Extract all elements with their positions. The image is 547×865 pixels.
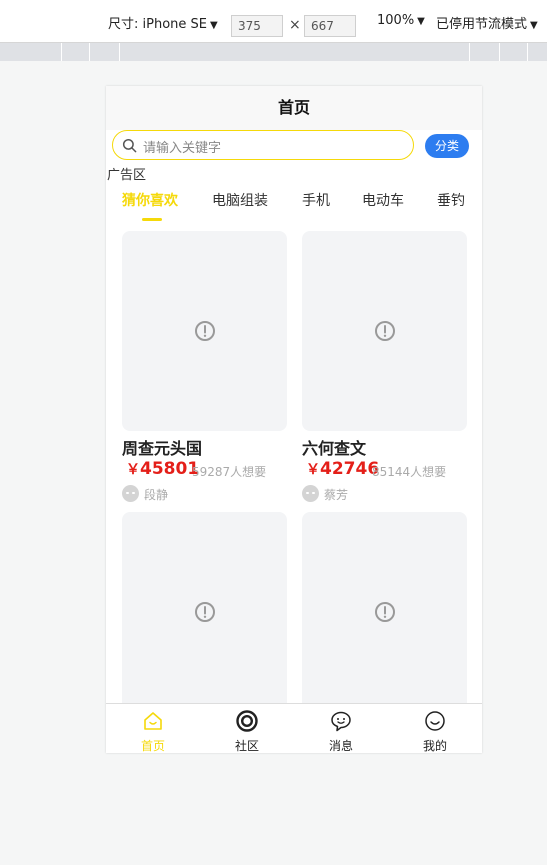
ad-zone: 广告区 (107, 168, 147, 183)
tabbar-item-messages[interactable]: 消息 (294, 704, 388, 753)
zoom-select[interactable]: 100% ▼ (377, 13, 425, 28)
tab-e-bikes[interactable]: 电动车 (362, 190, 404, 210)
product-card[interactable] (302, 512, 467, 712)
want-count: 85144人想要 (372, 465, 447, 479)
category-tabs: 猜你喜欢 电脑组装 手机 电动车 垂钓 (106, 190, 482, 222)
seller-name: 段静 (144, 488, 169, 502)
ruler-segment (61, 43, 62, 61)
width-input[interactable]: 375 (231, 15, 283, 37)
ruler-segment (527, 43, 528, 61)
active-tab-indicator (142, 218, 162, 221)
tabbar-label: 首页 (140, 739, 165, 753)
navigation-bar: 首页 (106, 86, 482, 130)
home-icon (144, 712, 162, 730)
seller-name: 蔡芳 (324, 488, 349, 502)
tabbar-label: 社区 (234, 739, 259, 753)
product-name: 六何查文 (302, 439, 367, 458)
throttle-label: 已停用节流模式 (436, 17, 528, 32)
tabbar-item-profile[interactable]: 我的 (388, 704, 482, 753)
category-button[interactable]: 分类 (425, 134, 469, 158)
zoom-label: 100% (377, 13, 415, 28)
image-error-icon (375, 602, 395, 622)
message-icon (331, 711, 351, 732)
community-icon (236, 710, 258, 732)
currency-symbol: ￥ (126, 462, 140, 478)
tab-fishing[interactable]: 垂钓 (437, 190, 465, 210)
dropdown-arrow-icon: ▼ (210, 20, 218, 31)
media-query-bar[interactable] (0, 43, 547, 61)
image-error-icon (195, 321, 215, 341)
avatar (122, 485, 139, 502)
dropdown-arrow-icon: ▼ (530, 20, 538, 31)
ruler-segment (89, 43, 90, 61)
product-card[interactable]: 周查元头国 ￥45801 59287人想要 段静 (122, 231, 287, 502)
profile-icon (425, 711, 445, 731)
device-label: 尺寸: iPhone SE (108, 17, 207, 32)
product-price: ￥45801 (126, 459, 199, 479)
tabbar-label: 我的 (422, 739, 447, 753)
ruler-segment (469, 43, 470, 61)
height-input[interactable]: 667 (304, 15, 356, 37)
ruler-segment (499, 43, 500, 61)
want-count: 59287人想要 (192, 465, 267, 479)
product-image (122, 512, 287, 712)
tabbar-label: 消息 (328, 739, 353, 753)
tab-guess-you-like[interactable]: 猜你喜欢 (122, 190, 178, 210)
tab-pc-build[interactable]: 电脑组装 (212, 190, 268, 210)
product-image (122, 231, 287, 431)
dimension-separator: × (289, 17, 301, 33)
search-input[interactable]: 请输入关键字 (112, 130, 414, 160)
price-value: 45801 (140, 459, 200, 479)
tab-phones[interactable]: 手机 (302, 190, 330, 210)
search-placeholder: 请输入关键字 (143, 141, 222, 156)
device-select[interactable]: 尺寸: iPhone SE ▼ (108, 13, 218, 32)
image-error-icon (195, 602, 215, 622)
page-title: 首页 (277, 98, 310, 117)
ruler-segment (119, 43, 120, 61)
price-value: 42746 (320, 459, 380, 479)
product-price: ￥42746 (306, 459, 379, 479)
avatar (302, 485, 319, 502)
product-card[interactable]: 六何查文 ￥42746 85144人想要 蔡芳 (302, 231, 467, 502)
dropdown-arrow-icon: ▼ (417, 16, 425, 27)
product-image (302, 231, 467, 431)
devtools-toolbar: 尺寸: iPhone SE ▼ 375 × 667 100% ▼ 已停用节流模式 ▼ (0, 0, 547, 43)
product-card[interactable] (122, 512, 287, 712)
product-name: 周查元头国 (122, 439, 203, 458)
image-error-icon (375, 321, 395, 341)
currency-symbol: ￥ (306, 462, 320, 478)
tabbar-item-community[interactable]: 社区 (200, 704, 294, 753)
phone-viewport: 首页 请输入关键字 分类 广告区 猜你喜欢 电脑组装 手机 电动车 垂钓 周查元… (106, 86, 482, 753)
bottom-tab-bar: 首页 社区 消息 我的 (106, 703, 482, 753)
search-icon (122, 138, 137, 153)
product-image (302, 512, 467, 712)
tabbar-item-home[interactable]: 首页 (106, 704, 200, 753)
throttle-select[interactable]: 已停用节流模式 ▼ (436, 13, 538, 32)
